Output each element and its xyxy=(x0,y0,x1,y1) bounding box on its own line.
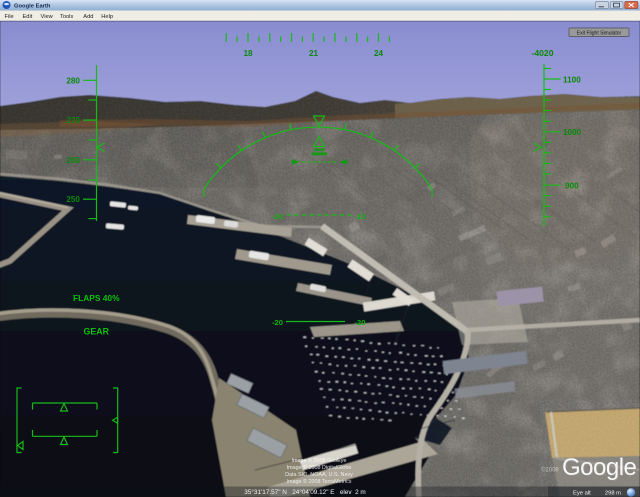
svg-text:Google: Google xyxy=(562,454,637,481)
svg-text:280: 280 xyxy=(66,76,80,85)
svg-text:250: 250 xyxy=(66,195,80,204)
svg-text:18: 18 xyxy=(243,49,253,58)
svg-text:Image © 2008 GeoEye: Image © 2008 GeoEye xyxy=(292,457,347,464)
svg-text:©2008: ©2008 xyxy=(541,467,559,474)
svg-text:35°31'17.57" N 24°04'09.12": 35°31'17.57" N 24°04'09.12" E elev 2 m xyxy=(244,488,366,496)
svg-text:File: File xyxy=(5,14,14,20)
svg-text:298 m: 298 m xyxy=(605,491,621,497)
svg-text:Image © 2008 DigitalGlobe: Image © 2008 DigitalGlobe xyxy=(287,464,352,471)
svg-text:View: View xyxy=(41,14,54,20)
svg-text:Eye alt: Eye alt xyxy=(573,491,591,497)
svg-text:Data SIO, NOAA, U.S. Navy: Data SIO, NOAA, U.S. Navy xyxy=(285,472,353,478)
svg-text:260: 260 xyxy=(66,156,80,165)
svg-text:900: 900 xyxy=(565,181,579,190)
svg-text:-4020: -4020 xyxy=(532,48,554,58)
svg-text:FLAPS 40%: FLAPS 40% xyxy=(73,293,120,303)
svg-text:Help: Help xyxy=(101,14,113,20)
svg-text:270: 270 xyxy=(66,116,80,125)
svg-text:Exit Flight Simulator: Exit Flight Simulator xyxy=(577,30,622,36)
svg-text:Google Earth: Google Earth xyxy=(14,4,51,10)
svg-text:Edit: Edit xyxy=(23,14,33,20)
svg-text:-20: -20 xyxy=(355,318,366,327)
svg-text:-20: -20 xyxy=(272,318,283,327)
svg-text:-10: -10 xyxy=(272,212,283,221)
svg-text:Add: Add xyxy=(83,14,93,20)
svg-text:21: 21 xyxy=(309,49,319,58)
svg-text:-10: -10 xyxy=(355,212,366,221)
svg-text:Tools: Tools xyxy=(60,14,73,20)
svg-text:24: 24 xyxy=(374,49,384,58)
svg-text:Image © 2008 TerraMetrics: Image © 2008 TerraMetrics xyxy=(287,478,352,485)
svg-text:1000: 1000 xyxy=(563,128,582,137)
svg-text:GEAR: GEAR xyxy=(84,326,110,336)
svg-text:1100: 1100 xyxy=(563,75,581,84)
